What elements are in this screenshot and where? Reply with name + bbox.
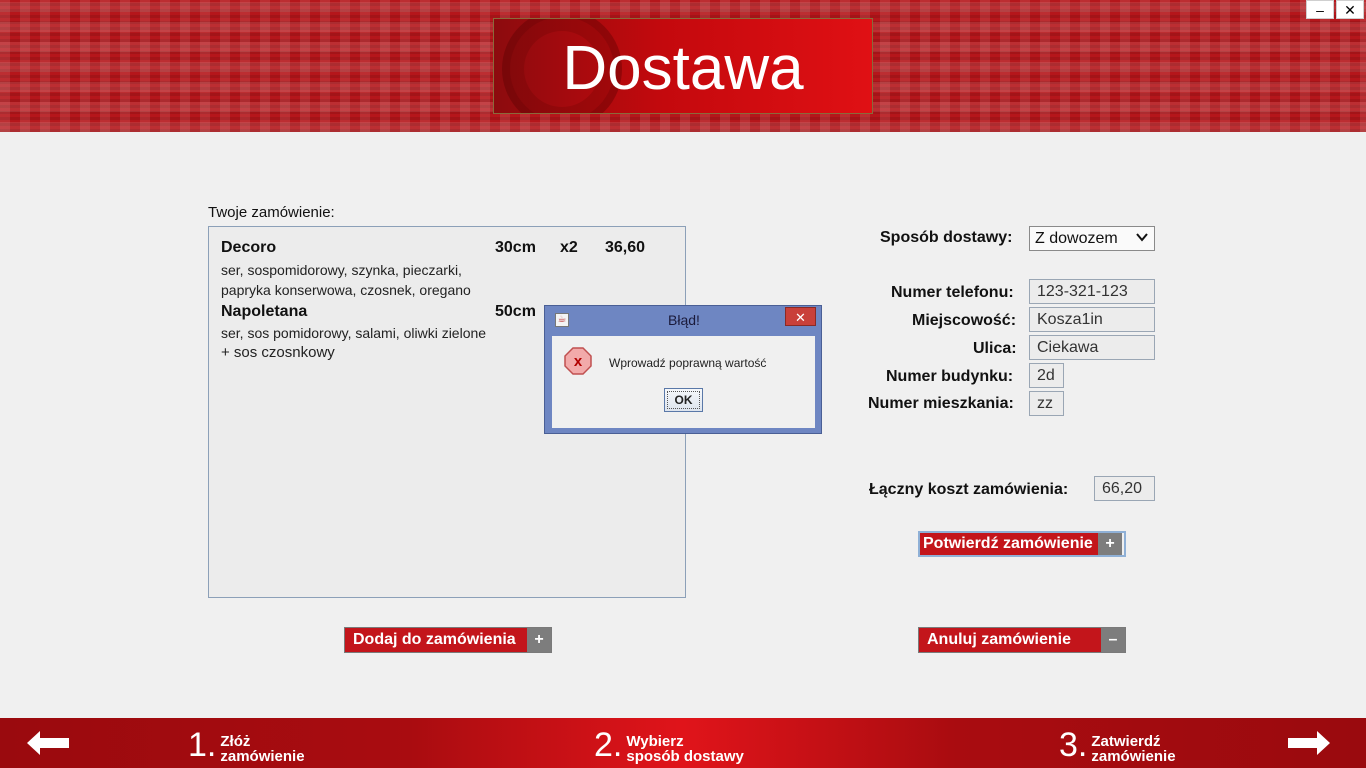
confirm-order-button[interactable]: Potwierdź zamówienie + [918,531,1126,557]
step-label-line1: Wybierz [626,733,684,750]
step-number: 2. [594,726,623,764]
building-number-label: Numer budynku: [886,368,1014,385]
error-dialog: ☕ Błąd! ✕ x Wprowadź poprawną wartość OK [544,305,822,434]
close-window-button[interactable]: ✕ [1336,0,1364,19]
dialog-titlebar[interactable]: ☕ Błąd! ✕ [545,306,821,335]
item-size: 50cm [495,303,536,320]
apartment-number-field[interactable]: zz [1029,391,1064,416]
delivery-method-label: Sposób dostawy: [880,229,1013,246]
item-size: 30cm [495,239,536,256]
step-3-confirm-order[interactable]: 3. Zatwierdź zamówienie [1059,726,1176,764]
back-arrow-icon[interactable] [27,731,69,755]
phone-field[interactable]: 123-321-123 [1029,279,1155,304]
error-icon: x [564,347,592,375]
item-extra: + sos czosnkowy [221,344,335,361]
add-to-order-label: Dodaj do zamówienia [345,628,527,652]
title-box: Dostawa [493,18,873,114]
step-label-line1: Złóż [220,733,251,750]
step-label-line2: zamówienie [1091,748,1176,765]
item-quantity: x2 [560,239,578,256]
delivery-method-select[interactable]: Z dowozem [1029,226,1155,251]
minimize-button[interactable]: – [1306,0,1334,19]
building-number-field[interactable]: 2d [1029,363,1064,388]
cancel-order-button[interactable]: Anuluj zamówienie – [918,627,1126,653]
confirm-order-label: Potwierdź zamówienie [920,533,1098,555]
plus-icon: + [1098,533,1122,555]
dialog-message: Wprowadź poprawną wartość [609,356,767,370]
total-cost-label: Łączny koszt zamówienia: [869,481,1069,498]
step-number: 1. [188,726,217,764]
dialog-title: Błąd! [668,312,700,328]
item-description: ser, sospomidorowy, szynka, pieczarki, [221,262,462,278]
step-label-line2: sposób dostawy [626,748,744,765]
item-description: papryka konserwowa, czosnek, oregano [221,282,471,298]
cancel-order-label: Anuluj zamówienie [919,628,1101,652]
header-banner: Dostawa [0,0,1366,132]
forward-arrow-icon[interactable] [1288,731,1330,755]
step-navigation-bar: 1. Złóż zamówienie 2. Wybierz sposób dos… [0,718,1366,768]
city-label: Miejscowość: [912,312,1017,329]
phone-label: Numer telefonu: [891,284,1014,301]
item-price: 36,60 [605,239,646,256]
add-to-order-button[interactable]: Dodaj do zamówienia + [344,627,552,653]
total-cost-field: 66,20 [1094,476,1155,501]
step-number: 3. [1059,726,1088,764]
ok-button[interactable]: OK [664,388,703,412]
dialog-close-button[interactable]: ✕ [785,307,816,326]
order-label: Twoje zamówienie: [208,204,335,221]
plus-icon: + [527,628,551,652]
dialog-body: x Wprowadź poprawną wartość OK [552,336,815,428]
step-label-line1: Zatwierdź [1091,733,1161,750]
city-field[interactable]: Kosza1in [1029,307,1155,332]
apartment-number-label: Numer mieszkania: [868,395,1014,412]
step-2-delivery-method[interactable]: 2. Wybierz sposób dostawy [594,726,744,764]
street-field[interactable]: Ciekawa [1029,335,1155,360]
delivery-method-value: Z dowozem [1035,229,1118,247]
chevron-down-icon [1136,230,1148,247]
step-label-line2: zamówienie [220,748,305,765]
item-name: Decoro [221,239,277,256]
step-1-place-order[interactable]: 1. Złóż zamówienie [188,726,305,764]
street-label: Ulica: [973,340,1017,357]
page-title: Dostawa [562,34,804,103]
minus-icon: – [1101,628,1125,652]
item-name: Napoletana [221,303,308,320]
svg-text:x: x [574,353,583,370]
item-description: ser, sos pomidorowy, salami, oliwki ziel… [221,325,487,341]
